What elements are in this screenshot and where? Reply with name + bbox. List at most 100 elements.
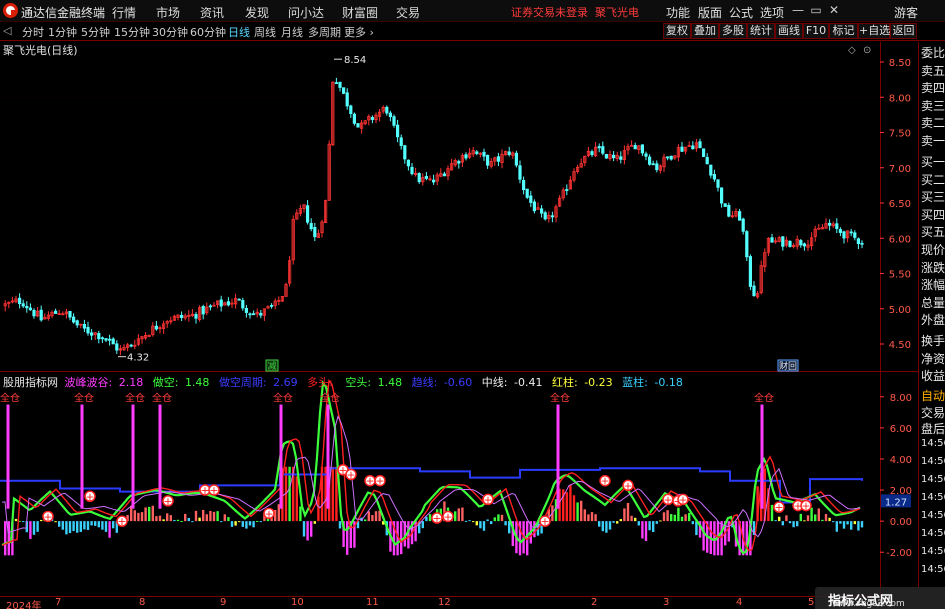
buy-signal-plus: + bbox=[540, 515, 549, 528]
candle-body bbox=[309, 223, 313, 230]
trading-app: { "app": { "name": "通达信金融终端", "menus": [… bbox=[0, 0, 945, 609]
quote-item[interactable]: 换手 bbox=[921, 332, 945, 349]
quote-item[interactable]: 净资 bbox=[921, 350, 945, 367]
indicator-field: 蓝柱: -0.18 bbox=[622, 376, 683, 389]
histogram-bar bbox=[486, 519, 489, 522]
candle-body bbox=[565, 189, 569, 191]
quote-item[interactable]: 外盘 bbox=[921, 311, 945, 328]
candle-body bbox=[259, 312, 263, 316]
candle-body bbox=[640, 144, 645, 154]
candle-body bbox=[431, 179, 436, 183]
histogram-bar bbox=[241, 521, 244, 527]
chart-canvas[interactable]: 8.50 8.00 7.50 7.00 6.50 6.00 5.50 5.00 4.50 8.54… bbox=[0, 0, 945, 609]
histogram-bar bbox=[832, 521, 835, 523]
candle-body bbox=[702, 148, 706, 157]
quote-item[interactable]: 卖四 bbox=[921, 79, 945, 96]
buy-signal-plus: + bbox=[663, 493, 672, 506]
quote-item[interactable]: 买二 bbox=[921, 171, 945, 188]
histogram-bar bbox=[623, 508, 626, 522]
quote-item[interactable]: 买四 bbox=[921, 206, 945, 223]
date-label: 9 bbox=[220, 597, 227, 608]
indicator-title: 股朋指标网 波峰波谷: 2.18 做空: 1.48 做空周期: 2.69 多头:… bbox=[3, 374, 689, 389]
quote-item[interactable]: 买五 bbox=[921, 223, 945, 240]
histogram-bar bbox=[202, 509, 205, 522]
quote-item[interactable]: 委比 bbox=[921, 44, 945, 61]
histogram-bar bbox=[76, 521, 79, 533]
full-position-bar bbox=[760, 404, 764, 509]
auto-label[interactable]: 自动 bbox=[921, 387, 945, 404]
candle-body bbox=[154, 325, 158, 330]
histogram-bar bbox=[198, 517, 201, 522]
histogram-bar bbox=[313, 521, 316, 524]
candle-body bbox=[226, 301, 230, 306]
candle-body bbox=[54, 310, 58, 314]
candle-body bbox=[90, 332, 94, 336]
quote-item[interactable]: 买三 bbox=[921, 188, 945, 205]
candle-body bbox=[680, 146, 684, 152]
buy-signal-plus: + bbox=[623, 479, 632, 492]
quote-item[interactable]: 涨跌 bbox=[921, 259, 945, 276]
full-position-label: 全仓 bbox=[754, 391, 774, 404]
candle-body bbox=[514, 152, 519, 166]
time-item: 14:56 bbox=[921, 564, 945, 575]
candle-body bbox=[550, 215, 555, 218]
candle-body bbox=[269, 305, 274, 307]
quote-item[interactable]: 卖五 bbox=[921, 62, 945, 79]
buy-signal-plus: + bbox=[346, 469, 355, 482]
histogram-bar bbox=[162, 519, 165, 522]
afterhours-label[interactable]: 盘后 bbox=[921, 420, 945, 437]
histogram-bar bbox=[464, 520, 468, 522]
candle-body bbox=[532, 201, 537, 212]
histogram-bar bbox=[713, 521, 716, 556]
candle-body bbox=[417, 173, 421, 183]
candle-body bbox=[385, 106, 389, 114]
histogram-bar bbox=[860, 521, 864, 528]
buy-signal-plus: + bbox=[209, 484, 218, 497]
histogram-bar bbox=[22, 521, 25, 523]
y-tick-label: 6.50 bbox=[889, 199, 911, 210]
buy-signal-plus: + bbox=[801, 500, 810, 513]
histogram-bar bbox=[688, 512, 691, 522]
quote-item[interactable]: 现价 bbox=[921, 241, 945, 258]
candle-body bbox=[849, 231, 853, 234]
low-label: 4.32 bbox=[127, 353, 149, 364]
candle-body bbox=[597, 146, 601, 149]
buy-signal-plus: + bbox=[200, 484, 209, 497]
quote-item[interactable]: 买一 bbox=[921, 153, 945, 170]
histogram-bar bbox=[785, 515, 788, 522]
candle-body bbox=[208, 305, 212, 308]
trade-label[interactable]: 交易 bbox=[921, 404, 945, 421]
candle-body bbox=[748, 256, 753, 287]
quote-item[interactable]: 涨幅 bbox=[921, 276, 945, 293]
date-label: 5 bbox=[808, 597, 815, 608]
histogram-bar bbox=[4, 521, 7, 556]
candle-body bbox=[392, 116, 396, 126]
time-item: 14:56 bbox=[921, 456, 945, 467]
chart-zoom-icon: ⊙ bbox=[863, 45, 871, 56]
histogram-bar bbox=[659, 520, 662, 522]
histogram-bar bbox=[212, 511, 216, 522]
histogram-bar bbox=[605, 521, 608, 533]
candle-body bbox=[100, 337, 104, 340]
candle-body bbox=[485, 154, 490, 166]
histogram-bar bbox=[504, 521, 507, 526]
high-label: 8.54 bbox=[344, 55, 366, 66]
quote-item[interactable]: 收益 bbox=[921, 367, 945, 384]
candle-body bbox=[720, 187, 724, 204]
histogram-bar bbox=[778, 516, 781, 522]
histogram-bar bbox=[842, 521, 846, 529]
histogram-bar bbox=[781, 521, 784, 526]
buy-signal-plus: + bbox=[264, 507, 273, 520]
candle-body bbox=[179, 314, 184, 318]
histogram-bar bbox=[86, 521, 90, 530]
candle-body bbox=[86, 326, 90, 334]
candle-body bbox=[313, 227, 317, 238]
histogram-bar bbox=[468, 520, 471, 522]
full-position-bar bbox=[6, 404, 10, 509]
quote-item[interactable]: 卖三 bbox=[921, 97, 945, 114]
quote-item[interactable]: 卖一 bbox=[921, 132, 945, 149]
quote-item[interactable]: 总量 bbox=[921, 294, 945, 311]
quote-item[interactable]: 卖二 bbox=[921, 114, 945, 131]
date-label: 3 bbox=[663, 597, 670, 608]
histogram-bar bbox=[806, 515, 810, 522]
